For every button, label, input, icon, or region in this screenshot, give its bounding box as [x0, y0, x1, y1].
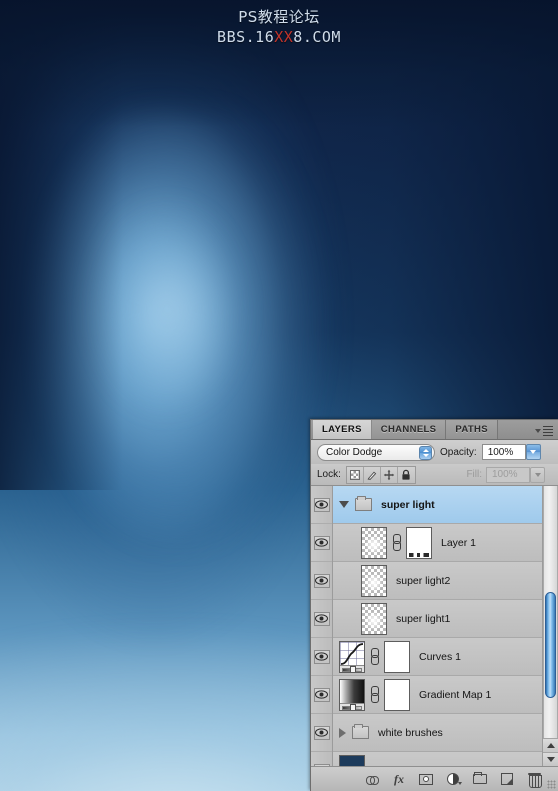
tab-paths[interactable]: PATHS	[446, 420, 498, 439]
eye-icon[interactable]	[313, 535, 330, 550]
layer-thumbnail[interactable]	[339, 754, 365, 766]
opacity-value: 100%	[487, 446, 514, 458]
visibility-cell[interactable]	[311, 562, 332, 600]
layer-row-gradient-map-1[interactable]: Gradient Map 1	[333, 676, 542, 714]
visibility-cell[interactable]	[311, 524, 332, 562]
layer-row-super-light2[interactable]: super light2	[333, 562, 542, 600]
background-top-vignette	[0, 0, 558, 127]
layer-row-super-light1[interactable]: super light1	[333, 600, 542, 638]
panel-menu-icon[interactable]	[535, 425, 553, 436]
eye-icon[interactable]	[313, 725, 330, 740]
blend-mode-value: Color Dodge	[326, 446, 383, 458]
resize-grip-icon[interactable]	[547, 780, 556, 789]
layer-name: super light1	[396, 612, 451, 625]
link-icon[interactable]	[392, 534, 401, 551]
scroll-up-button[interactable]	[543, 738, 558, 752]
link-icon[interactable]	[370, 686, 379, 703]
layer-name: Gradient Map 1	[419, 688, 492, 701]
layer-list-scrollbar[interactable]	[542, 486, 558, 766]
fill-input[interactable]: 100%	[486, 466, 545, 483]
visibility-cell[interactable]	[311, 714, 332, 752]
panel-tab-bar: LAYERS CHANNELS PATHS	[311, 420, 558, 440]
layer-list: super light Layer 1 super light2 super l…	[311, 486, 558, 767]
layer-row-white-brushes[interactable]: white brushes	[333, 714, 542, 752]
layer-styles-fx-icon[interactable]: fx	[391, 771, 407, 787]
screenshot-root: PS教程论坛 BBS.16XX8.COM LAYERS CHANNELS PAT…	[0, 0, 558, 791]
blend-mode-row: Color Dodge Opacity: 100%	[311, 440, 558, 464]
curves-adjustment-icon[interactable]	[339, 640, 365, 673]
lock-transparent-pixels-icon[interactable]	[346, 466, 364, 483]
opacity-input[interactable]: 100%	[481, 444, 541, 460]
tab-channels[interactable]: CHANNELS	[371, 420, 447, 439]
add-layer-mask-icon[interactable]	[418, 771, 434, 787]
eye-icon[interactable]	[313, 687, 330, 702]
scrollbar-thumb[interactable]	[545, 591, 556, 698]
layer-thumbnail[interactable]	[361, 564, 387, 597]
layer-mask-thumbnail[interactable]	[406, 526, 432, 559]
lock-all-icon[interactable]	[397, 466, 415, 483]
visibility-cell[interactable]	[311, 638, 332, 676]
eye-icon[interactable]	[313, 611, 330, 626]
hamburger-icon	[543, 425, 553, 436]
visibility-cell[interactable]	[311, 752, 332, 766]
tab-layers[interactable]: LAYERS	[313, 420, 372, 439]
blend-mode-select[interactable]: Color Dodge	[317, 443, 435, 461]
layer-name: super light	[381, 498, 435, 511]
scrollbar-track[interactable]	[543, 486, 558, 738]
lock-button-group	[345, 465, 416, 484]
chevron-right-icon[interactable]	[339, 727, 346, 738]
delete-layer-icon[interactable]	[526, 771, 542, 788]
eye-icon[interactable]	[313, 497, 330, 512]
link-icon[interactable]	[370, 648, 379, 665]
folder-icon	[355, 496, 372, 511]
layer-name: Layer 1	[441, 536, 477, 549]
layer-name: Curves 1	[419, 650, 462, 663]
lock-row: Lock: Fill: 100%	[311, 464, 558, 486]
fill-group: Fill: 100%	[466, 466, 552, 483]
layer-rows: super light Layer 1 super light2 super l…	[333, 486, 542, 766]
layers-panel: LAYERS CHANNELS PATHS Color Dodge Opacit…	[310, 419, 558, 791]
chevron-down-icon	[535, 428, 541, 433]
blend-mode-stepper-icon[interactable]	[419, 445, 432, 460]
opacity-dropdown-icon[interactable]	[525, 444, 541, 460]
lock-position-icon[interactable]	[380, 466, 398, 483]
scrollbar-arrows	[543, 738, 558, 766]
lock-image-pixels-icon[interactable]	[363, 466, 381, 483]
layer-row-layer-1[interactable]: Layer 1	[333, 524, 542, 562]
new-adjustment-layer-icon[interactable]	[445, 771, 462, 787]
layer-thumbnail[interactable]	[361, 602, 387, 635]
panel-footer-toolbar: fx	[311, 767, 558, 791]
layer-name: super light2	[396, 574, 451, 587]
layer-row-blue-bg[interactable]: blue bg	[333, 752, 542, 766]
visibility-cell[interactable]	[311, 676, 332, 714]
layer-row-super-light[interactable]: super light	[333, 486, 542, 524]
scroll-down-button[interactable]	[543, 752, 558, 766]
fill-value: 100%	[492, 469, 518, 480]
folder-icon	[352, 724, 369, 739]
fill-label: Fill:	[466, 469, 482, 480]
eye-icon[interactable]	[313, 649, 330, 664]
opacity-label: Opacity:	[440, 446, 477, 458]
chevron-down-icon[interactable]	[339, 501, 349, 508]
layer-row-curves-1[interactable]: Curves 1	[333, 638, 542, 676]
new-layer-icon[interactable]	[499, 771, 515, 787]
eye-icon[interactable]	[313, 573, 330, 588]
layer-mask-thumbnail[interactable]	[384, 678, 410, 711]
visibility-cell[interactable]	[311, 600, 332, 638]
link-layers-icon[interactable]	[364, 771, 380, 787]
layer-mask-thumbnail[interactable]	[384, 640, 410, 673]
visibility-cell[interactable]	[311, 486, 332, 524]
fill-dropdown-icon[interactable]	[530, 466, 545, 483]
new-group-icon[interactable]	[472, 771, 488, 787]
gradient-map-adjustment-icon[interactable]	[339, 678, 365, 711]
visibility-column	[311, 486, 333, 766]
lock-label: Lock:	[317, 469, 341, 480]
layer-name: white brushes	[378, 726, 443, 739]
layer-thumbnail[interactable]	[361, 526, 387, 559]
